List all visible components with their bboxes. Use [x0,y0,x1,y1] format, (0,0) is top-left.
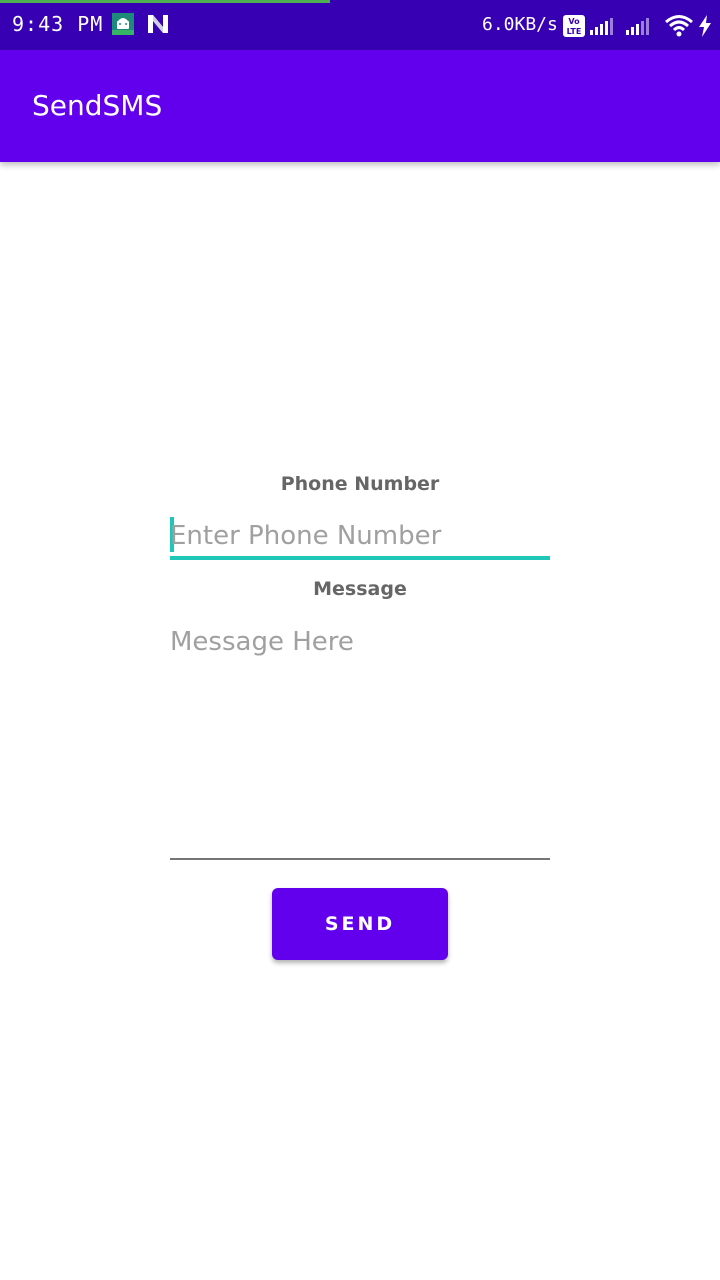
svg-text:LTE: LTE [567,27,582,36]
status-bar: 9:43 PM 6.0KB/s Vo LTE [0,0,720,50]
page-load-indicator [0,0,330,3]
status-time: 9:43 PM [12,12,104,36]
android-debug-icon [112,13,134,35]
volte-icon: Vo LTE [563,15,585,41]
message-input[interactable] [170,624,550,844]
network-speed: 6.0KB/s [482,14,558,35]
n-app-icon [146,13,168,35]
app-screen: 9:43 PM 6.0KB/s Vo LTE SendSMS Phone Num… [0,0,720,1280]
phone-number-input[interactable] [170,518,550,554]
signal-icon [626,16,654,40]
message-label: Message [313,578,407,600]
phone-number-field[interactable] [170,512,550,560]
app-title: SendSMS [32,89,163,122]
charging-icon [698,15,712,41]
phone-number-label: Phone Number [280,473,440,495]
send-button[interactable]: SEND [272,888,448,960]
message-field[interactable] [170,616,550,860]
signal-icon [590,16,618,40]
svg-text:Vo: Vo [568,17,580,26]
app-bar: SendSMS [0,50,720,162]
wifi-icon [664,14,694,42]
